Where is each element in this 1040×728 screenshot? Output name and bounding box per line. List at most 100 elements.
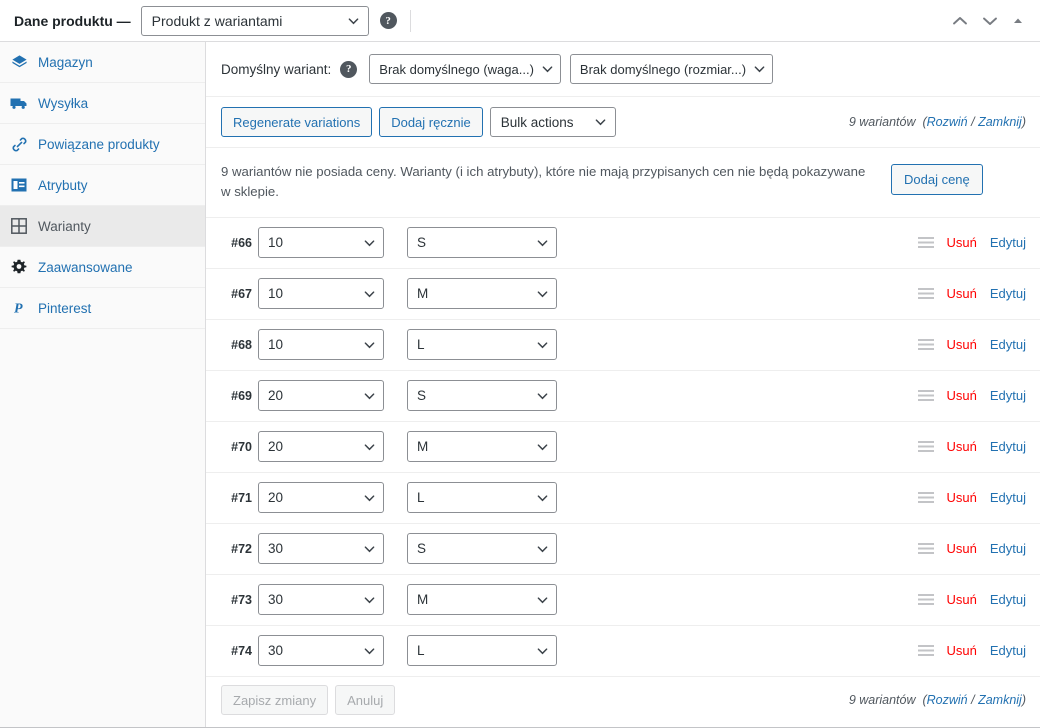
drag-handle-icon[interactable]: [918, 237, 934, 248]
variation-attribute-weight-value: 30: [268, 592, 283, 607]
remove-variation-link[interactable]: Usuń: [947, 592, 977, 607]
chevron-down-icon[interactable]: [982, 15, 998, 27]
edit-variation-link[interactable]: Edytuj: [990, 286, 1026, 301]
edit-variation-link[interactable]: Edytuj: [990, 439, 1026, 454]
chevron-down-icon: [537, 441, 548, 452]
variation-attribute-size-value: L: [417, 490, 425, 505]
variation-attribute-weight-select[interactable]: 10: [258, 227, 384, 258]
pinterest-icon: P: [9, 298, 29, 318]
variation-attribute-size-value: M: [417, 439, 428, 454]
variation-attribute-weight-select[interactable]: 20: [258, 431, 384, 462]
sidebar-item-label: Powiązane produkty: [38, 137, 160, 152]
variation-id: #72: [221, 542, 252, 556]
sidebar-item-warianty[interactable]: Warianty: [0, 206, 205, 247]
panel-header: Dane produktu — Produkt z wariantami ?: [0, 0, 1040, 42]
chevron-up-icon[interactable]: [952, 15, 968, 27]
chevron-down-icon: [537, 594, 548, 605]
add-price-button[interactable]: Dodaj cenę: [891, 164, 983, 195]
variation-attribute-size-value: M: [417, 286, 428, 301]
regenerate-variations-button[interactable]: Regenerate variations: [221, 107, 372, 137]
variation-attribute-weight-select[interactable]: 10: [258, 329, 384, 360]
variation-id: #67: [221, 287, 252, 301]
variation-attribute-size-select[interactable]: S: [407, 380, 557, 411]
sidebar-item-wysylka[interactable]: Wysyłka: [0, 83, 205, 124]
drag-handle-icon[interactable]: [918, 645, 934, 656]
variation-attribute-weight-value: 30: [268, 541, 283, 556]
remove-variation-link[interactable]: Usuń: [947, 235, 977, 250]
variation-attribute-size-select[interactable]: L: [407, 482, 557, 513]
bulk-actions-select[interactable]: Bulk actions: [490, 107, 616, 137]
variation-attribute-weight-select[interactable]: 20: [258, 482, 384, 513]
expand-all-link[interactable]: Rozwiń: [927, 115, 968, 129]
paren-open: (: [919, 115, 927, 129]
variation-attribute-size-select[interactable]: M: [407, 431, 557, 462]
variation-attribute-weight-select[interactable]: 30: [258, 635, 384, 666]
table-row: #72 30 S Usuń Edytuj: [206, 524, 1040, 575]
help-icon[interactable]: ?: [380, 12, 397, 29]
variation-attribute-size-select[interactable]: S: [407, 227, 557, 258]
variation-attribute-weight-value: 10: [268, 337, 283, 352]
chevron-down-icon: [364, 390, 375, 401]
remove-variation-link[interactable]: Usuń: [947, 643, 977, 658]
default-variation-size-select[interactable]: Brak domyślnego (rozmiar...): [570, 54, 773, 84]
collapse-all-link[interactable]: Zamknij: [978, 693, 1022, 707]
edit-variation-link[interactable]: Edytuj: [990, 235, 1026, 250]
remove-variation-link[interactable]: Usuń: [947, 439, 977, 454]
edit-variation-link[interactable]: Edytuj: [990, 541, 1026, 556]
chevron-down-icon: [364, 594, 375, 605]
product-type-select[interactable]: Produkt z wariantami: [141, 6, 369, 36]
expand-all-link[interactable]: Rozwiń: [927, 693, 968, 707]
edit-variation-link[interactable]: Edytuj: [990, 643, 1026, 658]
sidebar-item-atrybuty[interactable]: Atrybuty: [0, 165, 205, 206]
edit-variation-link[interactable]: Edytuj: [990, 592, 1026, 607]
variation-id: #70: [221, 440, 252, 454]
edit-variation-link[interactable]: Edytuj: [990, 388, 1026, 403]
remove-variation-link[interactable]: Usuń: [947, 490, 977, 505]
chevron-down-icon: [364, 339, 375, 350]
drag-handle-icon[interactable]: [918, 390, 934, 401]
triangle-up-icon[interactable]: [1012, 15, 1024, 27]
edit-variation-link[interactable]: Edytuj: [990, 490, 1026, 505]
cancel-button[interactable]: Anuluj: [335, 685, 395, 715]
collapse-all-link[interactable]: Zamknij: [978, 115, 1022, 129]
variation-attribute-size-select[interactable]: L: [407, 329, 557, 360]
remove-variation-link[interactable]: Usuń: [947, 286, 977, 301]
help-icon[interactable]: ?: [340, 61, 357, 78]
save-changes-button[interactable]: Zapisz zmiany: [221, 685, 328, 715]
drag-handle-icon[interactable]: [918, 543, 934, 554]
drag-handle-icon[interactable]: [918, 492, 934, 503]
variation-attribute-size-value: S: [417, 235, 426, 250]
add-manually-button[interactable]: Dodaj ręcznie: [379, 107, 483, 137]
sidebar-item-powiazane-produkty[interactable]: Powiązane produkty: [0, 124, 205, 165]
svg-text:P: P: [14, 302, 23, 317]
variation-attribute-size-select[interactable]: M: [407, 278, 557, 309]
missing-price-notice: 9 wariantów nie posiada ceny. Warianty (…: [206, 148, 1040, 218]
chevron-down-icon: [537, 339, 548, 350]
table-row: #73 30 M Usuń Edytuj: [206, 575, 1040, 626]
row-actions: Usuń Edytuj: [918, 235, 1027, 250]
remove-variation-link[interactable]: Usuń: [947, 388, 977, 403]
sidebar-item-zaawansowane[interactable]: Zaawansowane: [0, 247, 205, 288]
variation-attribute-weight-select[interactable]: 30: [258, 584, 384, 615]
drag-handle-icon[interactable]: [918, 339, 934, 350]
variation-attribute-weight-value: 30: [268, 643, 283, 658]
variation-attribute-weight-select[interactable]: 30: [258, 533, 384, 564]
remove-variation-link[interactable]: Usuń: [947, 541, 977, 556]
variation-attribute-weight-select[interactable]: 20: [258, 380, 384, 411]
drag-handle-icon[interactable]: [918, 288, 934, 299]
gear-icon: [9, 257, 29, 277]
variation-attribute-size-select[interactable]: M: [407, 584, 557, 615]
variation-attribute-size-select[interactable]: S: [407, 533, 557, 564]
drag-handle-icon[interactable]: [918, 594, 934, 605]
drag-handle-icon[interactable]: [918, 441, 934, 452]
remove-variation-link[interactable]: Usuń: [947, 337, 977, 352]
variation-attribute-size-select[interactable]: L: [407, 635, 557, 666]
edit-variation-link[interactable]: Edytuj: [990, 337, 1026, 352]
row-actions: Usuń Edytuj: [918, 490, 1027, 505]
variation-attribute-weight-select[interactable]: 10: [258, 278, 384, 309]
sidebar-item-magazyn[interactable]: Magazyn: [0, 42, 205, 83]
table-row: #74 30 L Usuń Edytuj: [206, 626, 1040, 677]
chevron-down-icon: [537, 390, 548, 401]
default-variation-weight-select[interactable]: Brak domyślnego (waga...): [369, 54, 561, 84]
sidebar-item-pinterest[interactable]: P Pinterest: [0, 288, 205, 329]
